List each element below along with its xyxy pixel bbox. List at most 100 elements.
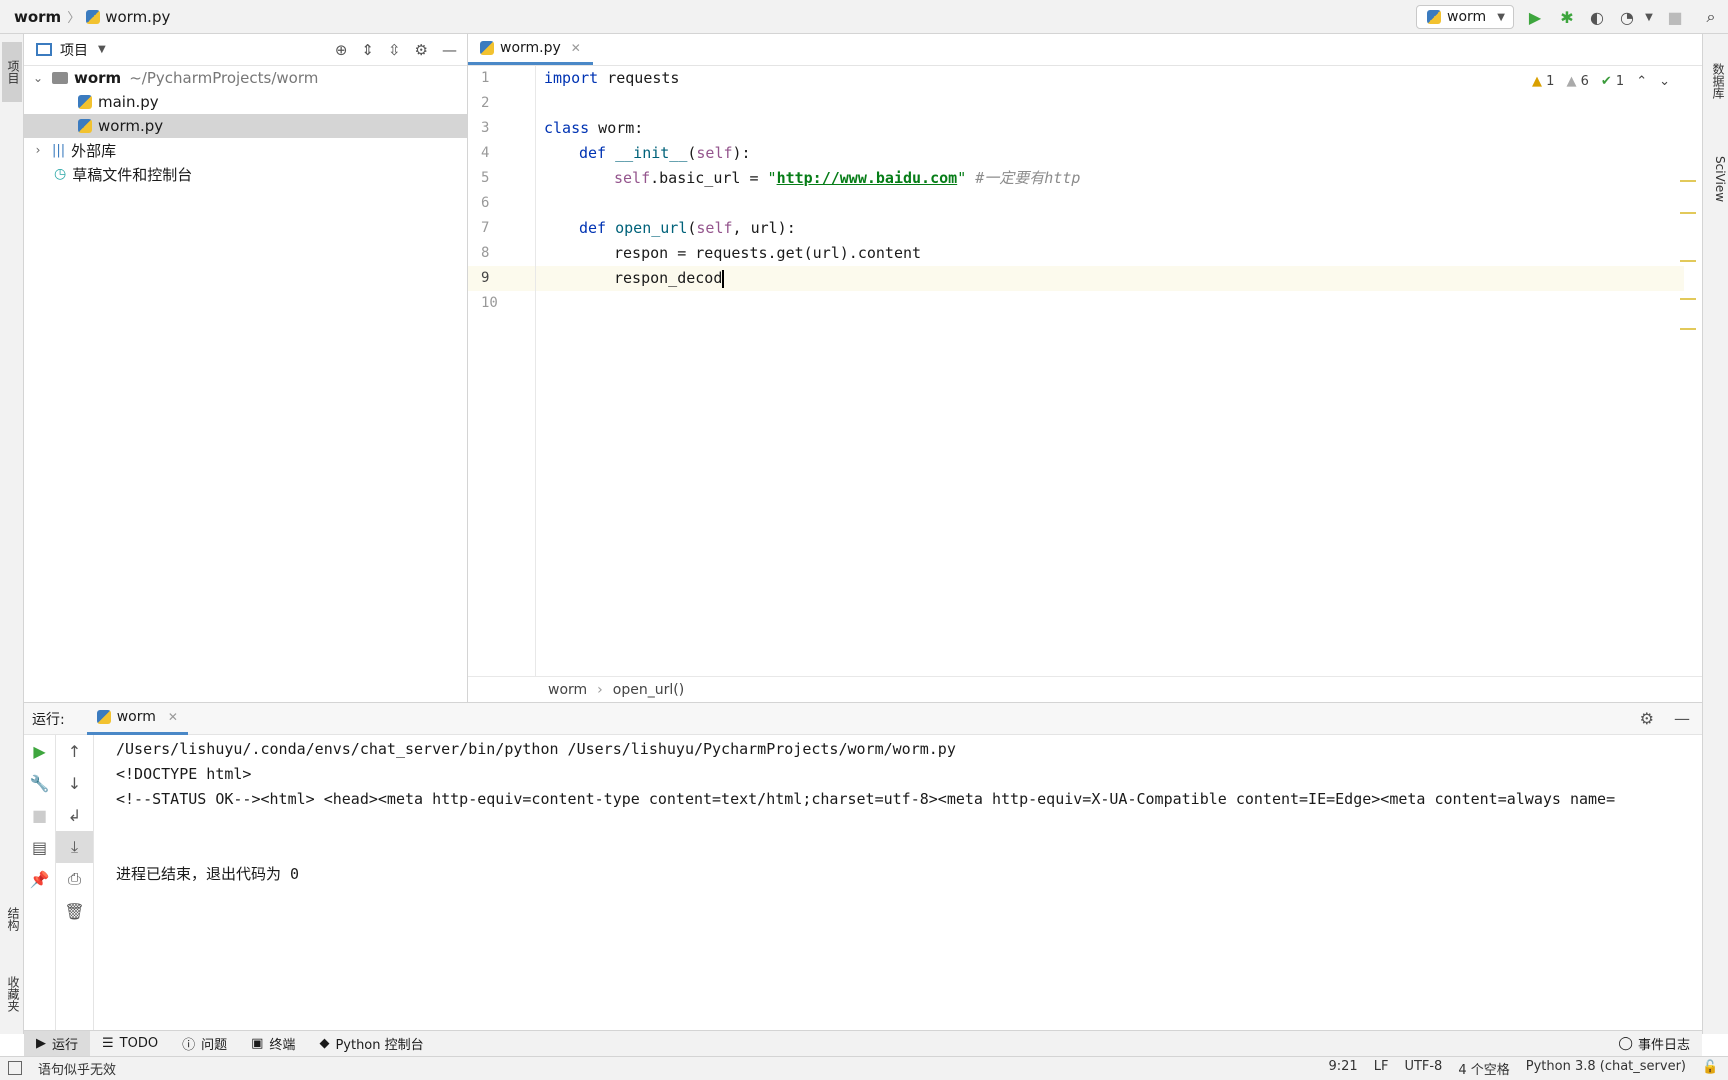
console-line: <!--STATUS OK--><html> <head><meta http-… [116,790,1616,808]
editor-tab-worm-py[interactable]: worm.py ✕ [468,33,593,65]
terminal-tool-button[interactable]: ▣ 终端 [239,1031,307,1057]
error-count-value: 1 [1546,74,1555,89]
run-toolbar-secondary: ↑ ↓ ↲ ⤓ ⎙ 🗑 [56,735,94,1031]
arrow-up-icon[interactable]: ↑ [56,735,93,767]
soft-wrap-icon[interactable]: ↲ [56,799,93,831]
console-output[interactable]: /Users/lishuyu/.conda/envs/chat_server/b… [108,737,1702,1027]
code-line[interactable]: def __init__(self): [536,141,1684,166]
project-panel-title[interactable]: 项目 [60,40,88,60]
python-interpreter[interactable]: Python 3.8 (chat_server) [1526,1059,1686,1078]
more-actions-chevron-icon[interactable]: ▼ [1638,6,1660,28]
python-file-icon [86,9,101,24]
run-icon[interactable]: ▶ [1524,6,1546,28]
inspection-widget[interactable]: ▲ 1 ▲ 6 ✔ 1 ⌃ ⌄ [1532,74,1670,89]
chevron-down-icon[interactable]: ⌄ [1659,74,1670,89]
expand-all-icon[interactable]: ⇕ [361,41,374,59]
indent-setting[interactable]: 4 个空格 [1458,1059,1509,1078]
warning-count[interactable]: ▲ 6 [1566,74,1588,89]
tree-file-row[interactable]: main.py [24,90,467,114]
run-config-selector[interactable]: worm ▼ [1416,5,1514,29]
error-count[interactable]: ▲ 1 [1532,74,1554,89]
locate-file-icon[interactable]: ⊕ [335,41,348,59]
gear-icon[interactable]: ⚙ [1640,709,1654,728]
typo-count[interactable]: ✔ 1 [1601,74,1624,89]
event-log-button[interactable]: ◯ 事件日志 [1618,1034,1690,1053]
code-text: requests [598,69,680,87]
scrollbar-marker[interactable] [1680,298,1696,300]
text-caret [722,269,725,288]
file-encoding[interactable]: UTF-8 [1404,1059,1442,1078]
status-message: 语句似乎无效 [38,1063,117,1078]
chevron-up-icon[interactable]: ⌃ [1636,74,1647,89]
database-tool-tab[interactable]: 数据库 [1707,46,1727,116]
layout-icon[interactable]: ▤ [24,831,55,863]
panel-toggle-icon[interactable] [8,1061,22,1075]
sciview-tool-tab[interactable]: SciView [1707,134,1727,224]
code-editor: worm.py ✕ 1 2 3 4 5 6 7 8 9 10 import re… [468,34,1702,702]
tree-root-row[interactable]: ⌄ worm ~/PycharmProjects/worm [24,66,467,90]
code-line[interactable] [536,291,1684,316]
pin-icon[interactable]: 📌 [24,863,55,895]
hide-panel-icon[interactable]: — [442,41,457,59]
code-line[interactable] [536,191,1684,216]
favorites-tool-tab[interactable]: 收藏夹 [2,954,22,1034]
code-url-string[interactable]: http://www.baidu.com [777,169,958,187]
run-tab-worm[interactable]: worm ✕ [86,703,188,735]
event-log-icon: ◯ [1618,1036,1633,1051]
code-line[interactable]: self.basic_url = "http://www.baidu.com" … [536,166,1684,191]
rerun-icon[interactable]: ▶ [24,735,55,767]
profile-icon[interactable]: ◔ [1616,6,1638,28]
chevron-down-icon[interactable]: ▼ [98,44,106,55]
code-area[interactable]: import requests class worm: def __init__… [536,66,1684,676]
caret-position[interactable]: 9:21 [1329,1059,1358,1078]
lock-icon[interactable]: 🔓 [1702,1060,1718,1075]
breadcrumb-project[interactable]: worm [14,8,61,26]
close-icon[interactable]: ✕ [571,41,581,55]
breadcrumb-class[interactable]: worm [548,682,587,698]
stop-icon[interactable]: ■ [1664,6,1686,28]
coverage-icon[interactable]: ◐ [1586,6,1608,28]
code-line[interactable] [536,91,1684,116]
check-icon: ✔ [1600,74,1612,89]
run-tool-button[interactable]: ▶ 运行 [24,1030,91,1057]
hide-panel-icon[interactable]: — [1674,709,1690,728]
line-separator[interactable]: LF [1374,1059,1389,1078]
scroll-to-end-icon[interactable]: ⤓ [56,831,93,863]
code-line-current[interactable]: respon_decod [536,266,1684,291]
close-icon[interactable]: ✕ [168,710,178,724]
wrench-icon[interactable]: 🔧 [24,767,55,799]
line-number: 4 [481,145,490,161]
scratches-icon: ◷ [54,166,67,182]
scrollbar-marker[interactable] [1680,260,1696,262]
tree-file-row-selected[interactable]: worm.py [24,114,467,138]
stop-icon[interactable]: ■ [24,799,55,831]
structure-tool-tab[interactable]: 结构 [2,884,22,954]
chevron-right-icon[interactable]: › [30,143,46,157]
chevron-down-icon[interactable]: ⌄ [30,71,46,85]
code-line[interactable]: def open_url(self, url): [536,216,1684,241]
code-line[interactable]: class worm: [536,116,1684,141]
breadcrumb-function[interactable]: open_url() [613,682,684,698]
todo-tool-button[interactable]: ☰ TODO [90,1031,170,1057]
gear-icon[interactable]: ⚙ [415,41,428,59]
trash-icon[interactable]: 🗑 [56,895,93,927]
breadcrumb-file[interactable]: worm.py [86,8,170,26]
tree-scratches-row[interactable]: ◷ 草稿文件和控制台 [24,162,467,186]
code-line[interactable]: import requests [536,66,1684,91]
project-tool-tab[interactable]: 项目 [2,42,22,102]
python-console-tool-button[interactable]: ◆ Python 控制台 [307,1031,435,1057]
collapse-all-icon[interactable]: ⇳ [388,41,401,59]
code-text: , url): [732,219,796,237]
search-icon[interactable]: ⌕ [1700,6,1722,28]
print-icon[interactable]: ⎙ [56,863,93,895]
tree-external-libs-row[interactable]: › ||| 外部库 [24,138,467,162]
scrollbar-marker[interactable] [1680,180,1696,182]
code-line[interactable]: respon = requests.get(url).content [536,241,1684,266]
arrow-down-icon[interactable]: ↓ [56,767,93,799]
debug-icon[interactable]: ✱ [1556,6,1578,28]
line-number: 1 [481,70,490,86]
scrollbar-marker[interactable] [1680,328,1696,330]
problems-tool-button[interactable]: ⓘ 问题 [170,1031,239,1057]
code-keyword: def [579,219,607,237]
scrollbar-marker[interactable] [1680,212,1696,214]
